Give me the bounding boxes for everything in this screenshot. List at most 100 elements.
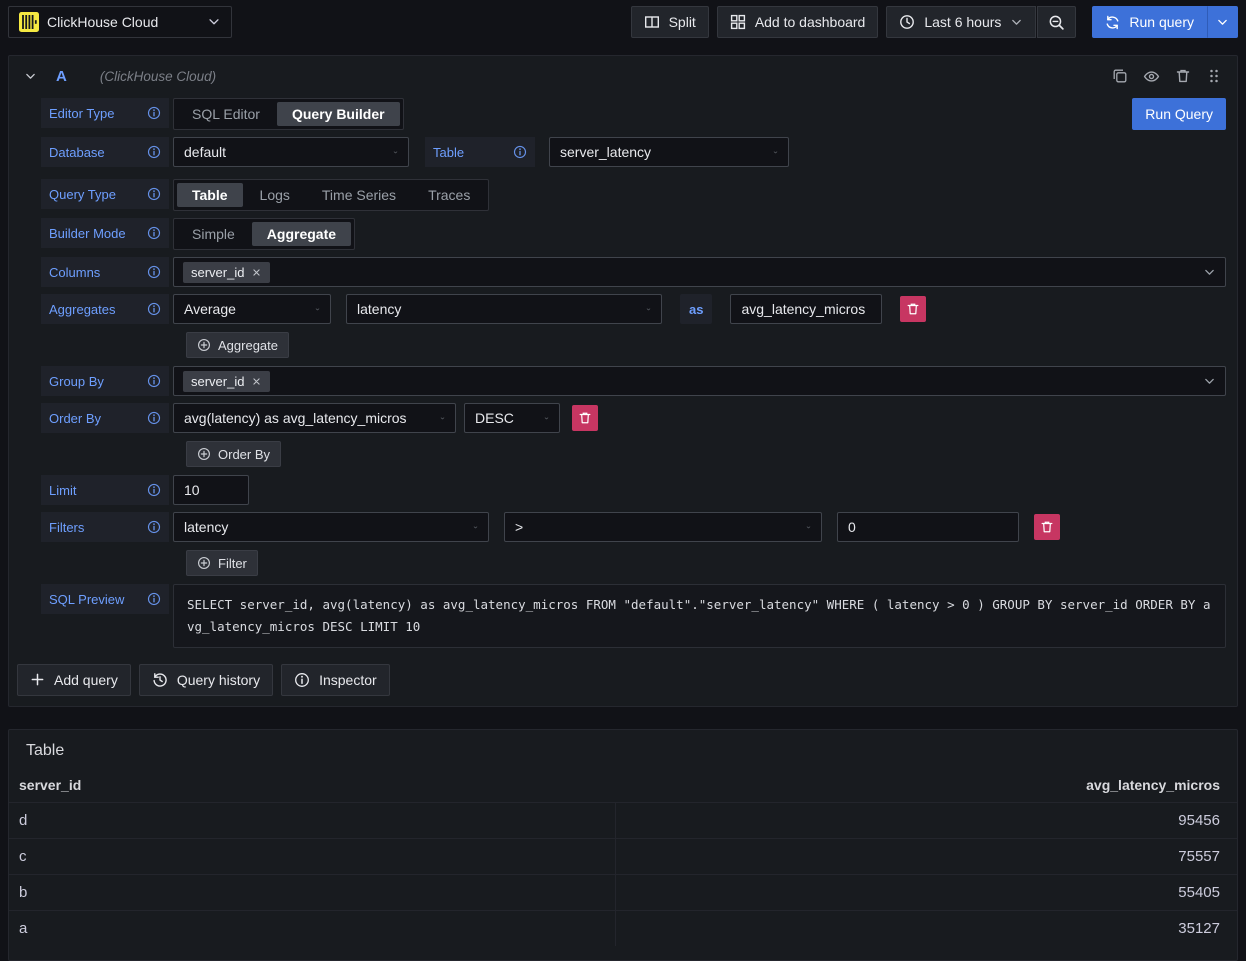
info-icon[interactable] xyxy=(147,411,161,425)
query-type-option-time-series[interactable]: Time Series xyxy=(307,183,411,207)
cell-avg-latency: 35127 xyxy=(616,911,1237,946)
cell-avg-latency: 95456 xyxy=(616,803,1237,838)
group-by-multiselect[interactable]: server_id xyxy=(173,366,1226,396)
group-by-chip-label: server_id xyxy=(191,374,244,389)
table-header-row: server_id avg_latency_micros xyxy=(9,772,1237,802)
columns-label-box: Columns xyxy=(41,257,169,287)
table-select[interactable]: server_latency xyxy=(549,137,789,167)
trash-icon xyxy=(1175,68,1191,84)
limit-input[interactable] xyxy=(173,475,249,505)
add-order-by-button[interactable]: Order By xyxy=(186,441,281,467)
query-history-button[interactable]: Query history xyxy=(139,664,273,696)
add-to-dashboard-button[interactable]: Add to dashboard xyxy=(717,6,879,38)
query-type-label: Query Type xyxy=(49,187,116,202)
remove-order-by-button[interactable] xyxy=(572,405,598,431)
columns-label: Columns xyxy=(49,265,100,280)
remove-filter-button[interactable] xyxy=(1034,514,1060,540)
chevron-down-icon xyxy=(536,412,549,425)
sql-preview-text: SELECT server_id, avg(latency) as avg_la… xyxy=(173,584,1226,648)
editor-type-option-sql-editor[interactable]: SQL Editor xyxy=(177,102,275,126)
add-aggregate-button[interactable]: Aggregate xyxy=(186,332,289,358)
add-query-button[interactable]: Add query xyxy=(17,664,131,696)
editor-type-segmented: SQL Editor Query Builder xyxy=(173,98,404,130)
filter-operator-select[interactable]: > xyxy=(504,512,822,542)
info-icon[interactable] xyxy=(147,302,161,316)
drag-query-handle[interactable] xyxy=(1206,68,1222,84)
duplicate-query-button[interactable] xyxy=(1112,68,1128,84)
table-row[interactable]: c 75557 xyxy=(9,838,1237,874)
aggregate-function-select[interactable]: Average xyxy=(173,294,331,324)
disable-query-button[interactable] xyxy=(1143,68,1160,85)
run-query-dropdown-button[interactable] xyxy=(1207,6,1238,38)
builder-mode-row: Builder Mode Simple Aggregate xyxy=(41,218,1226,250)
remove-aggregate-button[interactable] xyxy=(900,296,926,322)
close-icon[interactable] xyxy=(251,376,262,387)
query-type-option-traces[interactable]: Traces xyxy=(413,183,485,207)
order-by-column-select[interactable]: avg(latency) as avg_latency_micros xyxy=(173,403,456,433)
trash-icon xyxy=(1040,520,1054,534)
info-icon[interactable] xyxy=(147,520,161,534)
info-icon[interactable] xyxy=(147,483,161,497)
table-label: Table xyxy=(433,145,464,160)
eye-icon xyxy=(1143,68,1160,85)
aggregate-column-select[interactable]: latency xyxy=(346,294,662,324)
query-ref-id[interactable]: A xyxy=(56,68,67,85)
plus-circle-icon xyxy=(197,447,211,461)
info-icon[interactable] xyxy=(147,226,161,240)
info-icon[interactable] xyxy=(147,106,161,120)
split-button[interactable]: Split xyxy=(631,6,709,38)
filter-column-select[interactable]: latency xyxy=(173,512,489,542)
query-type-option-table[interactable]: Table xyxy=(177,183,243,207)
remove-query-button[interactable] xyxy=(1175,68,1191,84)
inspector-button[interactable]: Inspector xyxy=(281,664,390,696)
plus-circle-icon xyxy=(197,556,211,570)
table-header-server-id[interactable]: server_id xyxy=(9,777,616,793)
builder-mode-option-simple[interactable]: Simple xyxy=(177,222,250,246)
database-label-box: Database xyxy=(41,137,169,167)
info-icon[interactable] xyxy=(147,145,161,159)
table-row[interactable]: b 55405 xyxy=(9,874,1237,910)
builder-mode-option-aggregate[interactable]: Aggregate xyxy=(252,222,351,246)
table-row[interactable]: d 95456 xyxy=(9,802,1237,838)
limit-label-box: Limit xyxy=(41,475,169,505)
database-select[interactable]: default xyxy=(173,137,409,167)
datasource-picker[interactable]: ClickHouse Cloud xyxy=(8,6,232,38)
run-query-button[interactable]: Run query xyxy=(1092,6,1207,38)
split-label: Split xyxy=(669,14,696,30)
table-row[interactable]: a 35127 xyxy=(9,910,1237,946)
chevron-down-icon xyxy=(432,412,445,425)
info-icon[interactable] xyxy=(147,187,161,201)
chevron-down-icon xyxy=(24,70,37,83)
columns-row: Columns server_id xyxy=(41,257,1226,287)
info-icon[interactable] xyxy=(147,592,161,606)
add-filter-label: Filter xyxy=(218,556,247,571)
aggregate-alias-input[interactable] xyxy=(730,294,882,324)
info-icon[interactable] xyxy=(147,265,161,279)
filters-row: Filters latency > xyxy=(41,512,1226,577)
close-icon[interactable] xyxy=(251,267,262,278)
info-icon[interactable] xyxy=(147,374,161,388)
add-order-by-label: Order By xyxy=(218,447,270,462)
add-filter-button[interactable]: Filter xyxy=(186,550,258,576)
time-zoom-out-button[interactable] xyxy=(1037,6,1076,38)
split-icon xyxy=(644,14,660,30)
order-by-expression: avg(latency) as avg_latency_micros xyxy=(184,410,407,426)
time-range-picker[interactable]: Last 6 hours xyxy=(886,6,1036,38)
limit-row: Limit xyxy=(41,475,1226,505)
columns-multiselect[interactable]: server_id xyxy=(173,257,1226,287)
panel-run-query-button[interactable]: Run Query xyxy=(1132,98,1226,130)
database-table-row: Database default Table server_latency xyxy=(41,137,1226,167)
query-type-option-logs[interactable]: Logs xyxy=(245,183,305,207)
query-history-label: Query history xyxy=(177,672,260,688)
collapse-query-toggle[interactable] xyxy=(24,70,37,83)
table-header-avg-latency-micros[interactable]: avg_latency_micros xyxy=(616,777,1237,793)
database-value: default xyxy=(184,144,226,160)
order-by-direction: DESC xyxy=(475,410,514,426)
group-by-row: Group By server_id xyxy=(41,366,1226,396)
filter-value-input[interactable] xyxy=(837,512,1019,542)
order-by-direction-select[interactable]: DESC xyxy=(464,403,560,433)
info-icon[interactable] xyxy=(513,145,527,159)
clock-icon xyxy=(899,14,915,30)
editor-type-option-query-builder[interactable]: Query Builder xyxy=(277,102,400,126)
query-editor-panel: A (ClickHouse Cloud) Editor Type SQL Edi… xyxy=(8,55,1238,707)
